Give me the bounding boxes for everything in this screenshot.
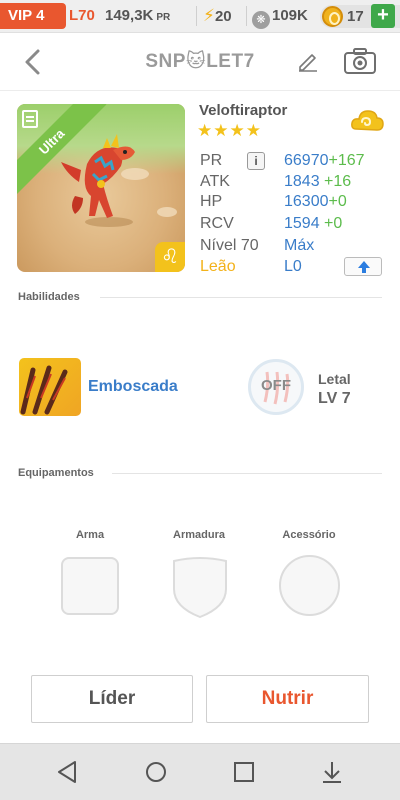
nav-back-icon[interactable] bbox=[55, 759, 81, 785]
stat-label: PR bbox=[200, 152, 223, 169]
add-coins-button[interactable]: + bbox=[371, 4, 395, 28]
monster-portrait[interactable]: Ultra ♌ bbox=[17, 104, 185, 272]
stat-value: 66970+167 bbox=[284, 151, 365, 171]
stat-row-sign: Leão L0 bbox=[200, 257, 390, 277]
stat-label: ATK bbox=[200, 173, 230, 190]
weapon-slot[interactable] bbox=[61, 557, 119, 615]
lethal-level: LV 7 bbox=[318, 390, 351, 407]
power-unit: PR bbox=[156, 12, 171, 23]
claw-marks-icon bbox=[20, 365, 68, 415]
lethal-toggle[interactable]: OFF bbox=[248, 359, 304, 415]
sign-label: Leão bbox=[200, 258, 236, 275]
cloud-element-icon bbox=[351, 110, 384, 131]
hp-bonus: +0 bbox=[328, 193, 347, 210]
sign-value: L0 bbox=[284, 258, 302, 275]
paw-food-value: 109K bbox=[272, 7, 308, 24]
hp-value: 16300 bbox=[284, 193, 329, 210]
stat-label: HP bbox=[200, 193, 223, 210]
vip-badge[interactable]: VIP 4 bbox=[0, 3, 66, 29]
energy-counter[interactable]: ⚡20 bbox=[203, 3, 232, 29]
coin-icon bbox=[322, 6, 343, 27]
stat-value: 1843 +16 bbox=[284, 172, 351, 192]
accessory-label: Acessório bbox=[282, 529, 336, 541]
page-title: SNP🐱LET7 bbox=[145, 51, 255, 72]
lightning-icon: ⚡ bbox=[203, 6, 215, 25]
nav-recents-icon[interactable] bbox=[231, 759, 257, 785]
player-power-value: 149,3K bbox=[105, 7, 154, 24]
toggle-state-label: OFF bbox=[261, 377, 291, 394]
player-power: 149,3K PR bbox=[105, 3, 170, 29]
paw-icon: ❋ bbox=[252, 11, 270, 29]
divider bbox=[100, 297, 382, 298]
divider bbox=[112, 473, 382, 474]
rcv-value: 1594 bbox=[284, 215, 320, 232]
notes-icon[interactable] bbox=[22, 110, 38, 128]
page-header: SNP🐱LET7 bbox=[0, 33, 400, 91]
leader-button[interactable]: Líder bbox=[31, 675, 193, 723]
accessory-slot[interactable] bbox=[279, 555, 340, 616]
energy-value: 20 bbox=[214, 8, 232, 25]
stat-row-atk: ATK 1843 +16 bbox=[200, 172, 390, 192]
info-button[interactable]: i bbox=[247, 152, 265, 170]
player-level: L70 bbox=[69, 7, 95, 24]
stat-value: 16300+0 bbox=[284, 192, 347, 212]
stat-row-pr: PR i 66970+167 bbox=[200, 151, 390, 171]
atk-value: 1843 bbox=[284, 173, 320, 190]
nav-home-icon[interactable] bbox=[143, 759, 169, 785]
pencil-icon[interactable] bbox=[296, 49, 320, 73]
rcv-bonus: +0 bbox=[324, 215, 343, 232]
skill-name[interactable]: Emboscada bbox=[88, 378, 178, 396]
status-bar: VIP 4 L70 149,3K PR ⚡20 ❋ 109K 17 + bbox=[0, 0, 400, 33]
armor-label: Armadura bbox=[173, 529, 225, 541]
pr-bonus: +167 bbox=[328, 152, 365, 169]
stat-row-rcv: RCV 1594 +0 bbox=[200, 214, 390, 234]
system-nav-bar bbox=[0, 743, 400, 800]
monster-name: Veloftiraptor bbox=[199, 102, 288, 119]
paw-food-counter[interactable]: ❋ 109K bbox=[252, 3, 308, 29]
divider bbox=[246, 6, 247, 26]
upgrade-arrow-button[interactable] bbox=[344, 257, 382, 276]
star-rating: ★★★★ bbox=[197, 121, 262, 140]
weapon-label: Arma bbox=[75, 529, 105, 541]
leo-sign-icon: ♌ bbox=[155, 242, 185, 272]
ambush-skill-icon[interactable] bbox=[19, 358, 81, 416]
armor-slot[interactable] bbox=[170, 555, 230, 619]
lethal-label: Letal bbox=[318, 371, 351, 387]
level-label: Nível 70 bbox=[200, 237, 259, 254]
stat-row-level: Nível 70 Máx bbox=[200, 236, 390, 256]
stat-value: 1594 +0 bbox=[284, 214, 342, 234]
divider bbox=[196, 6, 197, 26]
equipment-section-title: Equipamentos bbox=[18, 467, 94, 479]
feed-button[interactable]: Nutrir bbox=[206, 675, 369, 723]
stat-label: RCV bbox=[200, 215, 234, 232]
pr-value: 66970 bbox=[284, 152, 329, 169]
stat-row-hp: HP 16300+0 bbox=[200, 192, 390, 212]
level-value: Máx bbox=[284, 237, 315, 254]
abilities-section-title: Habilidades bbox=[18, 291, 80, 303]
atk-bonus: +16 bbox=[324, 173, 352, 190]
coin-value: 17 bbox=[347, 8, 364, 25]
camera-icon[interactable] bbox=[343, 47, 377, 75]
nav-hide-keyboard-icon[interactable] bbox=[319, 759, 345, 785]
